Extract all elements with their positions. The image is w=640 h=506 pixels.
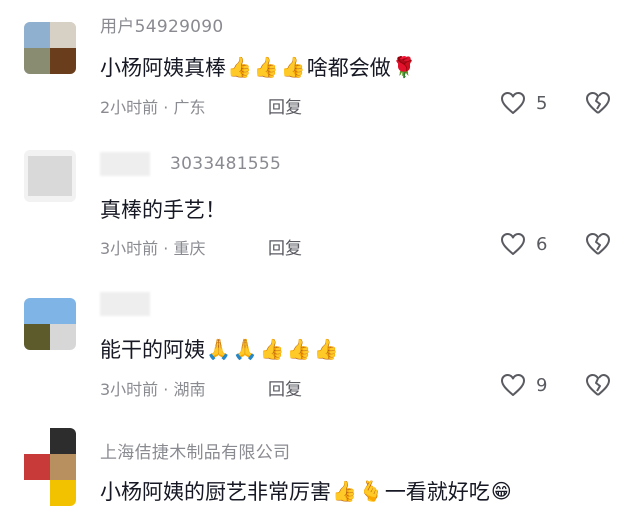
comment-text: 小杨阿姨真棒 👍 👍 👍 啥都会做 🌹 — [100, 52, 418, 82]
comment-text-part: 真棒的手艺！ — [100, 198, 226, 222]
grin-emoji: 😁 — [490, 479, 512, 503]
comment-username[interactable]: 上海佶捷木制品有限公司 — [100, 438, 290, 463]
thumbs-up-emoji: 👍 — [286, 337, 312, 361]
dislike-button[interactable] — [585, 373, 611, 397]
heart-outline-icon — [501, 374, 525, 396]
reply-button[interactable]: 回复 — [268, 93, 302, 118]
rose-emoji: 🌹 — [391, 55, 417, 79]
dislike-button[interactable] — [585, 232, 611, 256]
avatar[interactable] — [24, 428, 76, 506]
comment-text-part: 小杨阿姨真棒 — [100, 56, 226, 80]
avatar[interactable] — [24, 150, 76, 202]
thumbs-up-emoji: 👍 — [227, 55, 252, 79]
pray-emoji: 🙏 — [232, 337, 258, 361]
comment-text: 小杨阿姨的厨艺非常厉害 👍 🫰 一看就好吃 😁 — [100, 476, 513, 506]
comment-text-part: 小杨阿姨的厨艺非常厉害 — [100, 480, 331, 504]
comment-text-part: 能干的阿姨 — [100, 338, 205, 362]
pray-emoji: 🙏 — [206, 337, 231, 361]
comment-time-location: 2小时前 · 广东 — [100, 98, 206, 117]
like-count: 5 — [536, 92, 548, 114]
like-button[interactable]: 5 — [500, 91, 547, 115]
dislike-button[interactable] — [585, 91, 611, 115]
thumbs-up-emoji: 👍 — [280, 55, 306, 79]
username-mask — [100, 292, 150, 316]
heart-outline-icon — [501, 92, 525, 114]
username-text: 3033481555 — [170, 154, 282, 174]
like-button[interactable]: 6 — [500, 232, 547, 256]
comment-text-part: 一看就好吃 — [384, 480, 490, 504]
comment-text-part: 啥都会做 — [306, 56, 391, 80]
like-count: 6 — [536, 233, 548, 255]
comment-time-location: 3小时前 · 重庆 — [100, 239, 206, 258]
comment-username[interactable]: 3033481555 — [100, 152, 281, 176]
thumbs-up-emoji: 👍 — [332, 479, 357, 503]
comment-text: 真棒的手艺！ — [100, 194, 226, 224]
comment-time-location: 3小时前 · 湖南 — [100, 380, 206, 399]
heart-outline-icon — [501, 233, 525, 255]
avatar[interactable] — [24, 298, 76, 350]
thumbs-up-emoji: 👍 — [253, 55, 279, 79]
comment-username[interactable]: 用户54929090 — [100, 12, 224, 37]
username-mask — [100, 152, 150, 176]
thumbs-up-emoji: 👍 — [259, 337, 285, 361]
comment-text: 能干的阿姨 🙏 🙏 👍 👍 👍 — [100, 334, 340, 364]
broken-heart-icon — [586, 92, 610, 114]
like-button[interactable]: 9 — [500, 373, 547, 397]
thumbs-up-emoji: 👍 — [313, 337, 339, 361]
reply-button[interactable]: 回复 — [268, 375, 302, 400]
like-count: 9 — [536, 374, 548, 396]
comment-username[interactable] — [100, 292, 170, 316]
broken-heart-icon — [586, 374, 610, 396]
finger-heart-emoji: 🫰 — [358, 479, 384, 503]
reply-button[interactable]: 回复 — [268, 234, 302, 259]
avatar[interactable] — [24, 22, 76, 74]
broken-heart-icon — [586, 233, 610, 255]
